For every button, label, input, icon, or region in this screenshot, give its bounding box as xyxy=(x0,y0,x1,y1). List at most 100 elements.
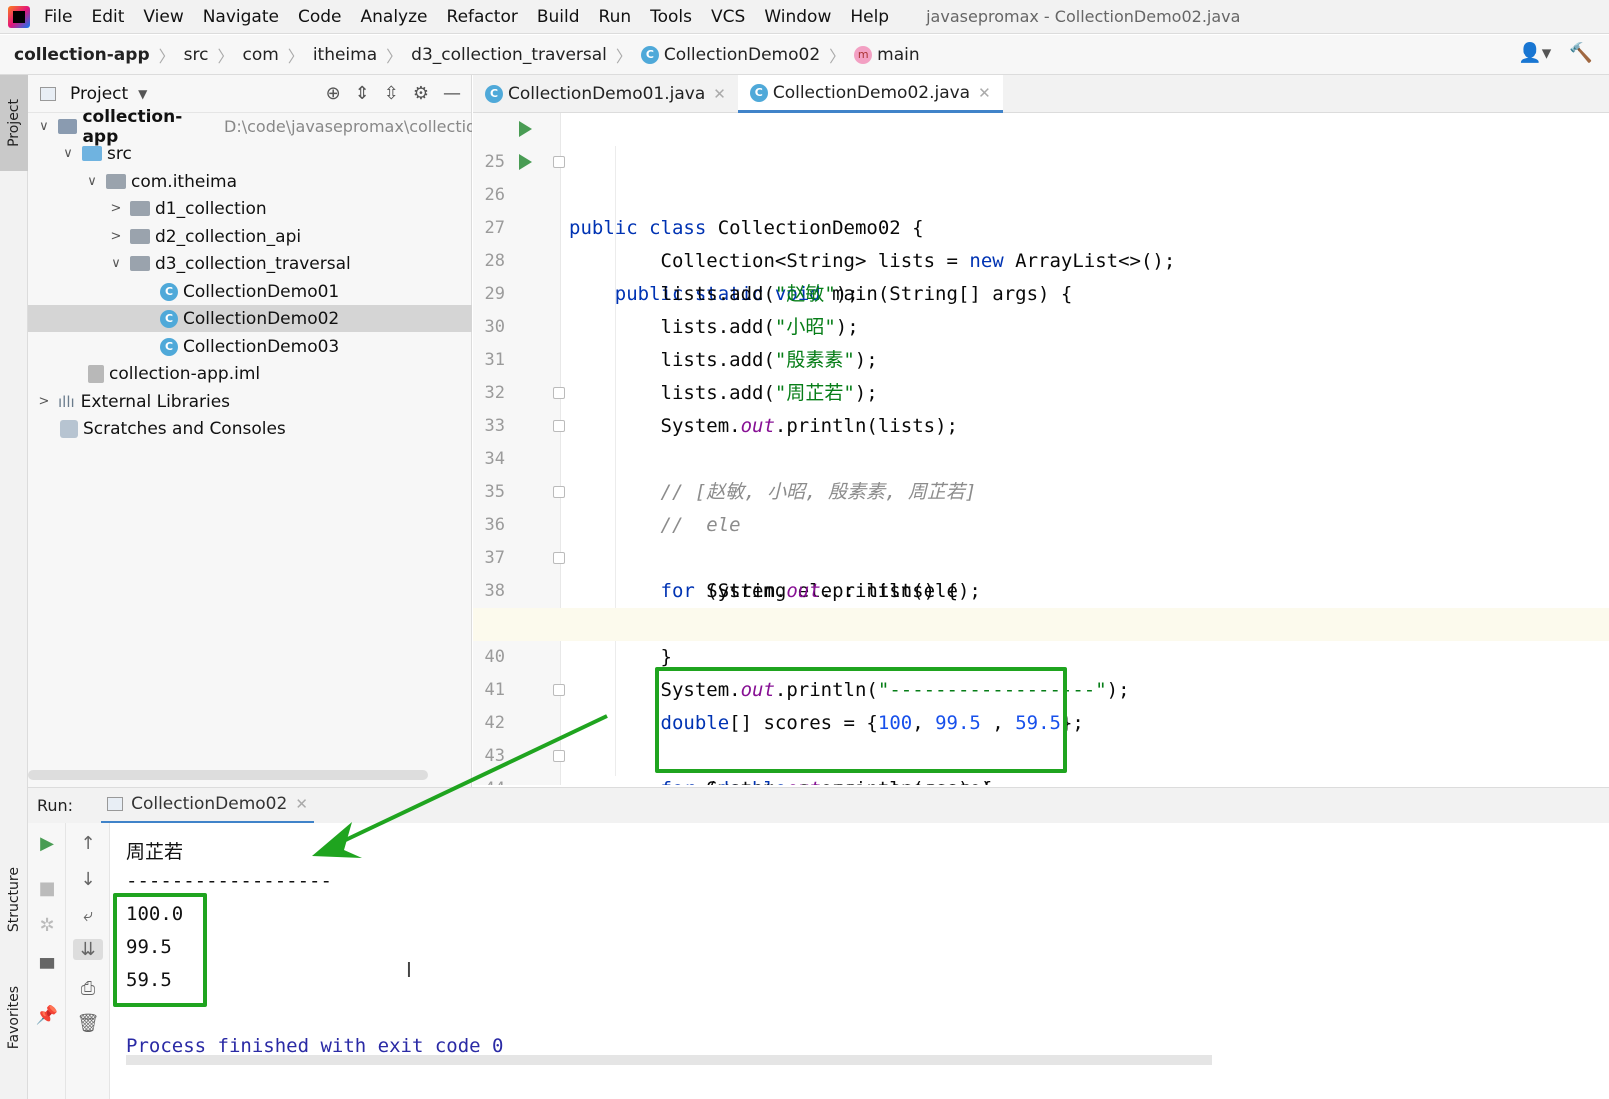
code-line[interactable]: 37 System.out.println(ele); xyxy=(473,509,1609,602)
gear-icon[interactable]: ⚙ xyxy=(413,83,429,104)
collapse-all-icon[interactable]: ⇳ xyxy=(384,83,399,104)
intellij-logo-icon xyxy=(8,5,30,28)
scroll-to-end-icon[interactable]: ⇊ xyxy=(73,939,103,960)
code-editor[interactable]: 25 public class CollectionDemo02 { 26 pu… xyxy=(473,113,1609,785)
stop-icon[interactable]: ■ xyxy=(32,878,62,899)
menu-file[interactable]: File xyxy=(44,7,72,27)
code-line[interactable]: 31 lists.add("周芷若"); xyxy=(473,311,1609,404)
close-icon[interactable]: ✕ xyxy=(295,795,308,813)
pin-icon[interactable]: 📌 xyxy=(32,1005,62,1026)
tree-item-d2-collection-api[interactable]: > d2_collection_api xyxy=(28,223,472,250)
menu-edit[interactable]: Edit xyxy=(91,7,124,27)
tree-item-collectiondemo02[interactable]: C CollectionDemo02 xyxy=(28,305,472,332)
expand-all-icon[interactable]: ⇕ xyxy=(355,83,370,104)
tree-item-collectiondemo03[interactable]: C CollectionDemo03 xyxy=(28,333,472,360)
tree-item-d3-collection-traversal[interactable]: ∨ d3_collection_traversal xyxy=(28,250,472,277)
fold-icon[interactable] xyxy=(553,387,565,399)
print-icon[interactable]: ⎙ xyxy=(73,978,103,999)
close-icon[interactable]: ✕ xyxy=(978,84,991,102)
arrow-up-icon[interactable]: ↑ xyxy=(73,833,103,854)
expand-arrow-icon[interactable]: ∨ xyxy=(60,146,76,161)
code-line[interactable]: 34 // ele xyxy=(473,410,1609,536)
menu-view[interactable]: View xyxy=(143,7,183,27)
expand-arrow-icon[interactable]: ∨ xyxy=(84,174,100,189)
user-dropdown-icon[interactable]: 👤▾ xyxy=(1518,41,1551,64)
run-tab[interactable]: CollectionDemo02 ✕ xyxy=(101,788,314,824)
code-line-current[interactable]: 40 System.out.println("-----------------… xyxy=(473,608,1609,701)
tree-item-external-libraries[interactable]: > ıllı External Libraries xyxy=(28,388,472,415)
fold-icon[interactable] xyxy=(553,552,565,564)
layout-icon[interactable]: ▀ xyxy=(32,959,62,980)
code-line[interactable]: 27 Collection<String> lists = new ArrayL… xyxy=(473,179,1609,272)
fold-icon[interactable] xyxy=(553,750,565,762)
code-line[interactable]: 30 lists.add("殷素素"); xyxy=(473,278,1609,371)
tree-item-d1-collection[interactable]: > d1_collection xyxy=(28,195,472,222)
expand-arrow-icon[interactable]: ∨ xyxy=(36,119,52,134)
favorites-tool-button[interactable]: Favorites xyxy=(0,970,28,1065)
crumb-project[interactable]: collection-app xyxy=(14,45,150,65)
close-icon[interactable]: ✕ xyxy=(713,85,726,103)
arrow-down-icon[interactable]: ↓ xyxy=(73,869,103,890)
project-tool-button[interactable]: Project xyxy=(0,75,28,171)
menu-vcs[interactable]: VCS xyxy=(711,7,745,27)
code-line[interactable]: 28 lists.add("赵敏"); xyxy=(473,212,1609,305)
crumb-itheima[interactable]: itheima xyxy=(313,45,377,65)
fold-icon[interactable] xyxy=(553,684,565,696)
expand-arrow-icon[interactable]: > xyxy=(108,229,124,244)
expand-arrow-icon[interactable]: > xyxy=(36,394,52,409)
debug-icon[interactable]: ✲ xyxy=(32,915,62,936)
code-line[interactable]: 35 xyxy=(473,443,1609,502)
tree-item-scratches[interactable]: Scratches and Consoles xyxy=(28,415,472,442)
code-line[interactable]: 33 // [赵敏, 小昭, 殷素素, 周芷若] xyxy=(473,377,1609,503)
menu-refactor[interactable]: Refactor xyxy=(447,7,518,27)
menu-analyze[interactable]: Analyze xyxy=(361,7,428,27)
tree-item-iml-file[interactable]: collection-app.iml xyxy=(28,360,472,387)
fold-icon[interactable] xyxy=(553,156,565,168)
crumb-package[interactable]: d3_collection_traversal xyxy=(411,45,607,65)
dropdown-arrow-icon[interactable]: ▼ xyxy=(138,87,147,101)
structure-tool-button[interactable]: Structure xyxy=(0,845,28,955)
tree-item-com-itheima[interactable]: ∨ com.itheima xyxy=(28,168,472,195)
code-line[interactable]: 25 public class CollectionDemo02 { xyxy=(473,113,1609,239)
code-line[interactable]: 29 lists.add("小昭"); xyxy=(473,245,1609,338)
menu-run[interactable]: Run xyxy=(599,7,632,27)
tab-collectiondemo02[interactable]: C CollectionDemo02.java ✕ xyxy=(737,75,1003,113)
minimize-icon[interactable]: — xyxy=(443,83,461,104)
chevron-right-icon: 〉 xyxy=(829,46,846,66)
menu-help[interactable]: Help xyxy=(850,7,889,27)
expand-arrow-icon[interactable]: ∨ xyxy=(108,256,124,271)
locate-icon[interactable]: ⊕ xyxy=(326,83,341,104)
package-icon xyxy=(130,256,150,271)
run-gutter-icon[interactable] xyxy=(519,154,532,170)
tab-collectiondemo01[interactable]: C CollectionDemo01.java ✕ xyxy=(473,75,738,113)
crumb-method[interactable]: m main xyxy=(854,45,920,65)
menu-tools[interactable]: Tools xyxy=(650,7,692,27)
code-line[interactable]: 39 xyxy=(473,575,1609,634)
trash-icon[interactable]: 🗑 xyxy=(73,1013,103,1034)
fold-icon[interactable] xyxy=(553,420,565,432)
menu-window[interactable]: Window xyxy=(764,7,831,27)
code-line[interactable]: 32 System.out.println(lists); xyxy=(473,344,1609,437)
console-horizontal-scrollbar[interactable] xyxy=(126,1055,1212,1065)
menu-code[interactable]: Code xyxy=(298,7,342,27)
rerun-icon[interactable]: ▶ xyxy=(32,833,62,854)
crumb-src[interactable]: src xyxy=(184,45,209,65)
crumb-com[interactable]: com xyxy=(242,45,278,65)
code-line[interactable]: 38 } xyxy=(473,542,1609,668)
menu-build[interactable]: Build xyxy=(537,7,580,27)
soft-wrap-icon[interactable]: ⤶ xyxy=(73,905,103,926)
project-horizontal-scrollbar[interactable] xyxy=(28,770,428,780)
fold-icon[interactable] xyxy=(553,486,565,498)
project-view-selector[interactable]: Project xyxy=(70,84,128,104)
build-hammer-icon[interactable]: 🔨 xyxy=(1569,41,1593,64)
tree-item-src[interactable]: ∨ src xyxy=(28,140,472,167)
crumb-class[interactable]: C CollectionDemo02 xyxy=(640,45,820,65)
expand-arrow-icon[interactable]: > xyxy=(108,201,124,216)
code-line[interactable]: 26 public static void main(String[] args… xyxy=(473,146,1609,305)
code-line[interactable]: 36 for (String ele : lists) { xyxy=(473,476,1609,602)
tree-item-collection-app[interactable]: ∨ collection-app D:\code\javasepromax\co… xyxy=(28,107,472,147)
menu-navigate[interactable]: Navigate xyxy=(203,7,279,27)
tree-item-collectiondemo01[interactable]: C CollectionDemo01 xyxy=(28,278,472,305)
tree-item-label: collection-app.iml xyxy=(109,363,261,384)
run-gutter-icon[interactable] xyxy=(519,121,532,137)
